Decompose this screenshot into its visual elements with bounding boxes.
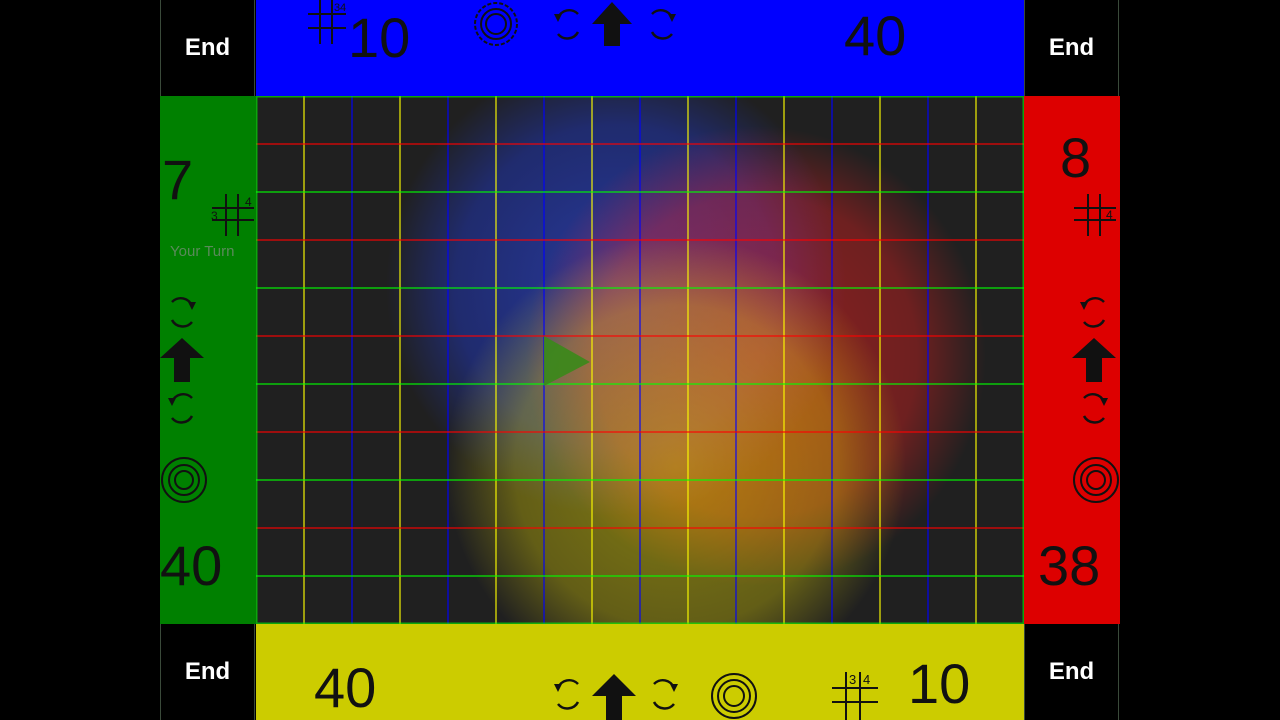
target-icon[interactable] <box>472 2 520 50</box>
yellow-score-right: 10 <box>908 652 971 715</box>
rotate-ccw-icon[interactable] <box>1076 292 1112 332</box>
end-label: End <box>1048 34 1095 61</box>
target-icon[interactable] <box>708 670 760 720</box>
end-button-bottom-left[interactable]: End <box>160 624 255 720</box>
rotate-ccw-icon[interactable] <box>550 4 586 44</box>
arrow-up-icon[interactable] <box>590 672 638 720</box>
end-button-top-left[interactable]: End <box>160 0 255 96</box>
yellow-score-left: 40 <box>314 656 377 719</box>
end-label: End <box>184 34 231 61</box>
red-score-top: 8 <box>1060 126 1092 189</box>
grid-small-number: 4 <box>1106 208 1113 222</box>
end-label: End <box>1048 658 1095 685</box>
grid-small-number: 4 <box>245 195 252 209</box>
arrow-up-icon[interactable] <box>160 336 208 384</box>
grid-small-number: 4 <box>863 672 870 687</box>
green-score-top: 7 <box>162 148 194 211</box>
red-player-panel: 8 4 38 <box>1024 96 1120 624</box>
green-score-bottom: 40 <box>160 534 223 597</box>
arrow-up-icon[interactable] <box>590 0 634 48</box>
target-icon[interactable] <box>160 456 210 506</box>
turn-indicator: Your Turn <box>170 243 235 260</box>
grid-icon[interactable]: 4 <box>1070 190 1118 238</box>
grid-small-number: 4 <box>340 2 346 14</box>
rotate-cw-icon[interactable] <box>1076 388 1112 428</box>
grid-small-number: 3 <box>211 209 218 223</box>
grid-small-number: 3 <box>849 672 856 687</box>
blue-score-left: 10 <box>348 6 411 69</box>
rotate-cw-icon[interactable] <box>164 292 200 332</box>
end-button-top-right[interactable]: End <box>1024 0 1119 96</box>
blue-player-panel: 3 4 10 40 <box>256 0 1024 96</box>
rotate-cw-icon[interactable] <box>644 4 680 44</box>
board-canvas[interactable] <box>256 96 1024 624</box>
rotate-cw-icon[interactable] <box>646 674 682 714</box>
target-icon[interactable] <box>1070 456 1120 506</box>
rotate-ccw-icon[interactable] <box>550 674 586 714</box>
end-label: End <box>184 658 231 685</box>
blue-score-right: 40 <box>844 4 907 67</box>
end-button-bottom-right[interactable]: End <box>1024 624 1119 720</box>
grid-icon[interactable]: 3 4 <box>306 0 350 46</box>
yellow-player-panel: 40 3 4 10 <box>256 624 1024 720</box>
red-score-bottom: 38 <box>1038 534 1101 597</box>
game-board[interactable] <box>256 96 1024 624</box>
grid-icon[interactable]: 3 4 <box>208 190 256 238</box>
arrow-up-icon[interactable] <box>1072 336 1120 384</box>
game-screen: End End End End 3 4 10 40 40 3 4 10 7 3 … <box>0 0 1280 720</box>
grid-icon[interactable]: 3 4 <box>830 670 880 720</box>
rotate-ccw-icon[interactable] <box>164 388 200 428</box>
green-player-panel: 7 3 4 Your Turn 40 <box>160 96 256 624</box>
